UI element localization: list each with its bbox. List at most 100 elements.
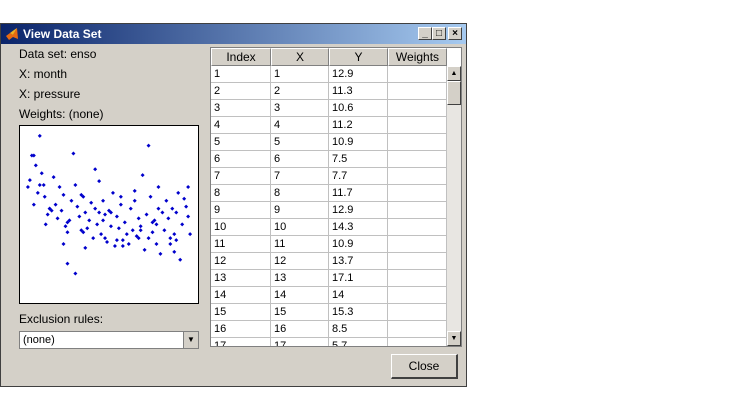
cell-weights[interactable] bbox=[388, 219, 447, 236]
cell-index[interactable]: 10 bbox=[211, 219, 271, 236]
cell-weights[interactable] bbox=[388, 83, 447, 100]
cell-x[interactable]: 14 bbox=[271, 287, 329, 304]
cell-x[interactable]: 5 bbox=[271, 134, 329, 151]
table-row[interactable]: 17 17 5.7 bbox=[211, 338, 447, 346]
cell-y[interactable]: 5.7 bbox=[329, 338, 388, 346]
cell-y[interactable]: 12.9 bbox=[329, 202, 388, 219]
cell-index[interactable]: 7 bbox=[211, 168, 271, 185]
cell-y[interactable]: 7.5 bbox=[329, 151, 388, 168]
cell-y[interactable]: 7.7 bbox=[329, 168, 388, 185]
cell-y[interactable]: 11.7 bbox=[329, 185, 388, 202]
cell-x[interactable]: 11 bbox=[271, 236, 329, 253]
cell-y[interactable]: 11.3 bbox=[329, 83, 388, 100]
cell-weights[interactable] bbox=[388, 202, 447, 219]
cell-y[interactable]: 12.9 bbox=[329, 66, 388, 83]
cell-x[interactable]: 15 bbox=[271, 304, 329, 321]
scrollbar-thumb[interactable] bbox=[447, 81, 461, 105]
table-vertical-scrollbar[interactable]: ▲ ▼ bbox=[446, 66, 461, 346]
column-header-weights[interactable]: Weights bbox=[388, 48, 447, 66]
cell-x[interactable]: 7 bbox=[271, 168, 329, 185]
cell-weights[interactable] bbox=[388, 66, 447, 83]
cell-index[interactable]: 15 bbox=[211, 304, 271, 321]
table-row[interactable]: 15 15 15.3 bbox=[211, 304, 447, 321]
table-row[interactable]: 4 4 11.2 bbox=[211, 117, 447, 134]
column-header-index[interactable]: Index bbox=[211, 48, 271, 66]
table-row[interactable]: 1 1 12.9 bbox=[211, 66, 447, 83]
cell-index[interactable]: 13 bbox=[211, 270, 271, 287]
cell-y[interactable]: 10.9 bbox=[329, 134, 388, 151]
cell-weights[interactable] bbox=[388, 100, 447, 117]
cell-weights[interactable] bbox=[388, 236, 447, 253]
close-button[interactable]: Close bbox=[391, 354, 458, 379]
cell-y[interactable]: 11.2 bbox=[329, 117, 388, 134]
cell-index[interactable]: 16 bbox=[211, 321, 271, 338]
cell-index[interactable]: 2 bbox=[211, 83, 271, 100]
cell-x[interactable]: 2 bbox=[271, 83, 329, 100]
data-table[interactable]: Index X Y Weights 1 1 12.9 2 2 11.3 3 3 10.6 4 4 11… bbox=[210, 47, 462, 347]
cell-y[interactable]: 13.7 bbox=[329, 253, 388, 270]
table-row[interactable]: 13 13 17.1 bbox=[211, 270, 447, 287]
table-row[interactable]: 16 16 8.5 bbox=[211, 321, 447, 338]
table-row[interactable]: 7 7 7.7 bbox=[211, 168, 447, 185]
dropdown-arrow-icon[interactable]: ▼ bbox=[183, 332, 198, 348]
cell-y[interactable]: 10.6 bbox=[329, 100, 388, 117]
scroll-up-icon[interactable]: ▲ bbox=[447, 66, 461, 81]
cell-x[interactable]: 6 bbox=[271, 151, 329, 168]
cell-weights[interactable] bbox=[388, 168, 447, 185]
cell-index[interactable]: 12 bbox=[211, 253, 271, 270]
table-row[interactable]: 8 8 11.7 bbox=[211, 185, 447, 202]
cell-index[interactable]: 4 bbox=[211, 117, 271, 134]
cell-weights[interactable] bbox=[388, 117, 447, 134]
cell-x[interactable]: 10 bbox=[271, 219, 329, 236]
cell-index[interactable]: 1 bbox=[211, 66, 271, 83]
cell-weights[interactable] bbox=[388, 304, 447, 321]
cell-index[interactable]: 3 bbox=[211, 100, 271, 117]
table-row[interactable]: 3 3 10.6 bbox=[211, 100, 447, 117]
cell-x[interactable]: 12 bbox=[271, 253, 329, 270]
cell-index[interactable]: 8 bbox=[211, 185, 271, 202]
exclusion-rules-select[interactable]: (none) ▼ bbox=[19, 331, 199, 349]
cell-x[interactable]: 4 bbox=[271, 117, 329, 134]
cell-weights[interactable] bbox=[388, 270, 447, 287]
cell-weights[interactable] bbox=[388, 253, 447, 270]
cell-index[interactable]: 6 bbox=[211, 151, 271, 168]
table-row[interactable]: 2 2 11.3 bbox=[211, 83, 447, 100]
table-row[interactable]: 12 12 13.7 bbox=[211, 253, 447, 270]
cell-y[interactable]: 14.3 bbox=[329, 219, 388, 236]
cell-x[interactable]: 16 bbox=[271, 321, 329, 338]
title-bar[interactable]: View Data Set _ □ × bbox=[1, 24, 466, 44]
table-row[interactable]: 6 6 7.5 bbox=[211, 151, 447, 168]
cell-y[interactable]: 15.3 bbox=[329, 304, 388, 321]
maximize-button[interactable]: □ bbox=[432, 27, 446, 40]
cell-x[interactable]: 3 bbox=[271, 100, 329, 117]
table-row[interactable]: 11 11 10.9 bbox=[211, 236, 447, 253]
cell-y[interactable]: 17.1 bbox=[329, 270, 388, 287]
cell-index[interactable]: 11 bbox=[211, 236, 271, 253]
cell-x[interactable]: 8 bbox=[271, 185, 329, 202]
cell-index[interactable]: 14 bbox=[211, 287, 271, 304]
close-window-button[interactable]: × bbox=[448, 27, 462, 40]
cell-weights[interactable] bbox=[388, 287, 447, 304]
cell-x[interactable]: 9 bbox=[271, 202, 329, 219]
cell-x[interactable]: 13 bbox=[271, 270, 329, 287]
column-header-y[interactable]: Y bbox=[329, 48, 388, 66]
scroll-down-icon[interactable]: ▼ bbox=[447, 331, 461, 346]
cell-index[interactable]: 5 bbox=[211, 134, 271, 151]
cell-weights[interactable] bbox=[388, 338, 447, 346]
cell-weights[interactable] bbox=[388, 321, 447, 338]
cell-weights[interactable] bbox=[388, 151, 447, 168]
table-row[interactable]: 10 10 14.3 bbox=[211, 219, 447, 236]
cell-y[interactable]: 8.5 bbox=[329, 321, 388, 338]
cell-x[interactable]: 1 bbox=[271, 66, 329, 83]
table-row[interactable]: 9 9 12.9 bbox=[211, 202, 447, 219]
cell-weights[interactable] bbox=[388, 185, 447, 202]
cell-weights[interactable] bbox=[388, 134, 447, 151]
table-row[interactable]: 14 14 14 bbox=[211, 287, 447, 304]
minimize-button[interactable]: _ bbox=[418, 27, 432, 40]
column-header-x[interactable]: X bbox=[271, 48, 329, 66]
table-row[interactable]: 5 5 10.9 bbox=[211, 134, 447, 151]
cell-index[interactable]: 9 bbox=[211, 202, 271, 219]
cell-index[interactable]: 17 bbox=[211, 338, 271, 346]
cell-y[interactable]: 14 bbox=[329, 287, 388, 304]
cell-x[interactable]: 17 bbox=[271, 338, 329, 346]
